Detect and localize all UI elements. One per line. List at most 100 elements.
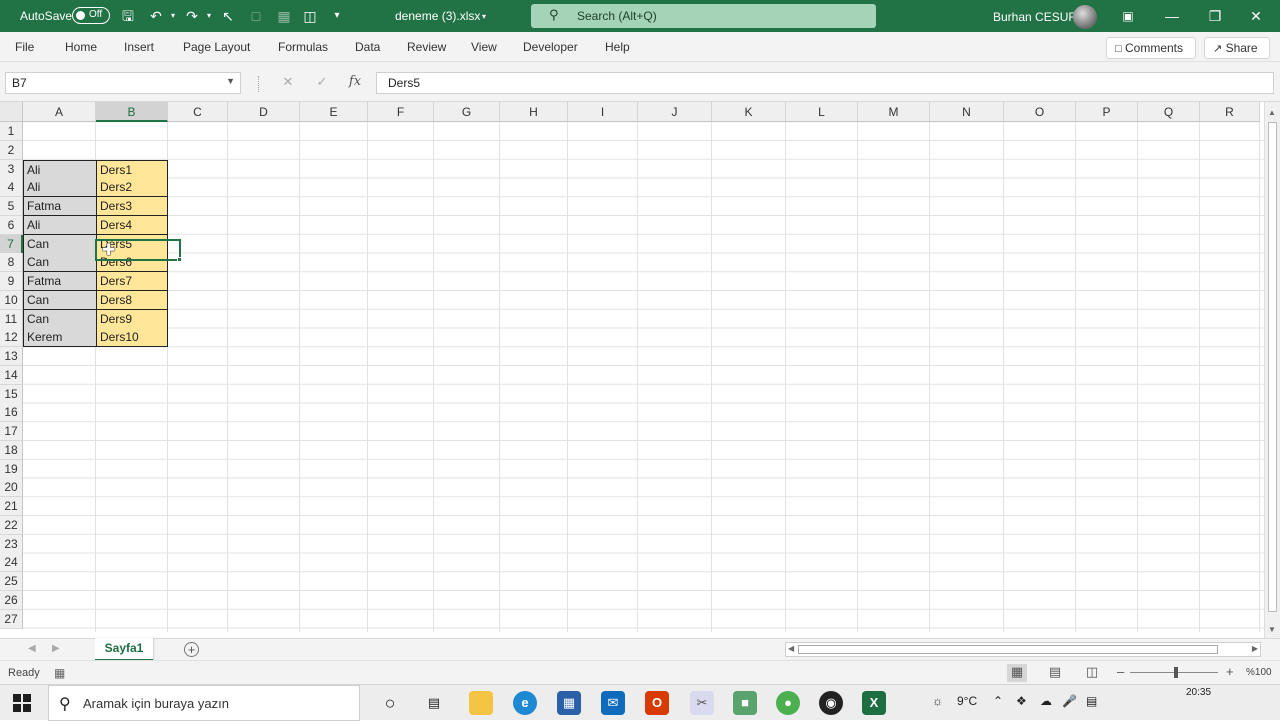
network-icon[interactable]: ▤ <box>1086 694 1097 708</box>
scroll-up-icon[interactable]: ▲ <box>1268 108 1276 117</box>
vertical-scrollbar[interactable]: ▲ ▼ <box>1264 102 1280 638</box>
column-header-d[interactable]: D <box>228 102 300 122</box>
row-header-3[interactable]: 3 <box>0 159 23 179</box>
row-header-7[interactable]: 7 <box>0 234 23 254</box>
row-header-4[interactable]: 4 <box>0 178 23 198</box>
column-header-g[interactable]: G <box>434 102 500 122</box>
column-header-m[interactable]: M <box>858 102 930 122</box>
autosave-toggle[interactable]: Off <box>72 7 110 24</box>
row-header-24[interactable]: 24 <box>0 553 23 573</box>
cell-a7[interactable]: Can <box>23 234 96 254</box>
redo-dropdown-icon[interactable]: ▾ <box>199 6 219 26</box>
row-header-9[interactable]: 9 <box>0 272 23 291</box>
cell-b5[interactable]: Ders3 <box>96 197 168 216</box>
column-header-f[interactable]: F <box>368 102 434 122</box>
windows-start-icon[interactable] <box>13 694 31 712</box>
scroll-right-icon[interactable]: ▶ <box>1252 644 1258 653</box>
cell-a4[interactable]: Ali <box>23 178 96 198</box>
row-header-5[interactable]: 5 <box>0 197 23 216</box>
row-header-14[interactable]: 14 <box>0 365 23 385</box>
row-header-6[interactable]: 6 <box>0 215 23 235</box>
tab-file[interactable]: File <box>15 40 34 54</box>
chevron-down-icon[interactable]: ▼ <box>226 76 235 86</box>
normal-view-icon[interactable]: ▦ <box>1007 664 1027 682</box>
horizontal-scroll-thumb[interactable] <box>798 645 1218 654</box>
row-header-17[interactable]: 17 <box>0 422 23 441</box>
zoom-in-icon[interactable]: + <box>1226 664 1234 679</box>
row-header-2[interactable]: 2 <box>0 140 23 160</box>
save-icon[interactable]: 🖫 <box>118 6 138 26</box>
title-dropdown-icon[interactable]: ▾ <box>474 7 494 27</box>
column-header-p[interactable]: P <box>1076 102 1138 122</box>
form-icon[interactable]: ▦ <box>274 6 294 26</box>
maximize-icon[interactable]: ❐ <box>1201 5 1229 27</box>
column-header-e[interactable]: E <box>300 102 368 122</box>
snipping-tool-icon[interactable]: ✂ <box>690 691 714 715</box>
customize-toolbar-icon[interactable]: ▾ <box>327 6 347 26</box>
row-header-12[interactable]: 12 <box>0 328 23 348</box>
ribbon-display-icon[interactable]: ▣ <box>1114 5 1142 27</box>
tray-chevron-icon[interactable]: ⌃ <box>993 694 1003 708</box>
weather-temp[interactable]: 9°C <box>957 694 977 708</box>
row-header-23[interactable]: 23 <box>0 534 23 554</box>
close-icon[interactable]: ✕ <box>1242 5 1270 27</box>
cell-a12[interactable]: Kerem <box>23 328 96 348</box>
tab-help[interactable]: Help <box>605 40 630 54</box>
column-header-i[interactable]: I <box>568 102 638 122</box>
clock-time[interactable]: 20:35 <box>1186 687 1211 698</box>
microphone-icon[interactable]: 🎤 <box>1062 694 1077 708</box>
cell-a3[interactable]: Ali <box>23 159 96 179</box>
cell-a5[interactable]: Fatma <box>23 197 96 216</box>
tab-data[interactable]: Data <box>355 40 380 54</box>
row-header-22[interactable]: 22 <box>0 515 23 535</box>
document-title[interactable]: deneme (3).xlsx <box>395 9 480 23</box>
excel-icon[interactable]: X <box>862 691 886 715</box>
row-header-25[interactable]: 25 <box>0 572 23 591</box>
row-header-15[interactable]: 15 <box>0 384 23 404</box>
column-header-r[interactable]: R <box>1200 102 1260 122</box>
select-pointer-icon[interactable]: ↖ <box>218 6 238 26</box>
tab-insert[interactable]: Insert <box>124 40 154 54</box>
row-header-20[interactable]: 20 <box>0 478 23 498</box>
scroll-down-icon[interactable]: ▼ <box>1268 625 1276 634</box>
undo-dropdown-icon[interactable]: ▾ <box>163 6 183 26</box>
sheet-tab[interactable]: Sayfa1 <box>95 638 153 661</box>
cell-b3[interactable]: Ders1 <box>96 159 168 179</box>
cell-b11[interactable]: Ders9 <box>96 309 168 329</box>
edge-icon[interactable]: e <box>513 691 537 715</box>
cloud-icon[interactable]: ☁ <box>1040 694 1052 708</box>
tab-formulas[interactable]: Formulas <box>278 40 328 54</box>
cell-b4[interactable]: Ders2 <box>96 178 168 198</box>
cell-b6[interactable]: Ders4 <box>96 215 168 235</box>
column-header-a[interactable]: A <box>23 102 96 122</box>
search-box[interactable]: ⚲ Search (Alt+Q) <box>531 4 876 28</box>
column-header-k[interactable]: K <box>712 102 786 122</box>
zoom-level[interactable]: %100 <box>1246 667 1272 678</box>
name-box[interactable]: B7 ▼ <box>5 72 241 94</box>
column-header-j[interactable]: J <box>638 102 712 122</box>
share-button[interactable]: ↗ Share <box>1204 37 1270 59</box>
page-break-view-icon[interactable]: ◫ <box>1082 664 1102 682</box>
cortana-icon[interactable]: ○ <box>378 691 402 715</box>
chrome-icon[interactable]: ● <box>776 691 800 715</box>
avatar[interactable] <box>1073 5 1097 29</box>
present-icon[interactable]: ◫ <box>300 6 320 26</box>
scroll-left-icon[interactable]: ◀ <box>788 644 794 653</box>
row-header-21[interactable]: 21 <box>0 497 23 516</box>
row-header-19[interactable]: 19 <box>0 459 23 479</box>
row-header-11[interactable]: 11 <box>0 309 23 329</box>
vertical-scroll-thumb[interactable] <box>1268 122 1277 612</box>
tab-home[interactable]: Home <box>65 40 97 54</box>
cell-a11[interactable]: Can <box>23 309 96 329</box>
page-layout-view-icon[interactable]: ▤ <box>1045 664 1065 682</box>
user-name[interactable]: Burhan CESUR <box>993 10 1077 24</box>
task-view-icon[interactable]: ▤ <box>422 691 446 715</box>
touch-mode-icon[interactable]: □ <box>246 6 266 26</box>
row-header-8[interactable]: 8 <box>0 253 23 273</box>
horizontal-scrollbar[interactable]: ◀ ▶ <box>785 642 1261 657</box>
tab-review[interactable]: Review <box>407 40 446 54</box>
obs-icon[interactable]: ◉ <box>819 691 843 715</box>
dropbox-icon[interactable]: ❖ <box>1016 694 1027 708</box>
add-sheet-icon[interactable]: + <box>184 642 199 657</box>
column-header-n[interactable]: N <box>930 102 1004 122</box>
